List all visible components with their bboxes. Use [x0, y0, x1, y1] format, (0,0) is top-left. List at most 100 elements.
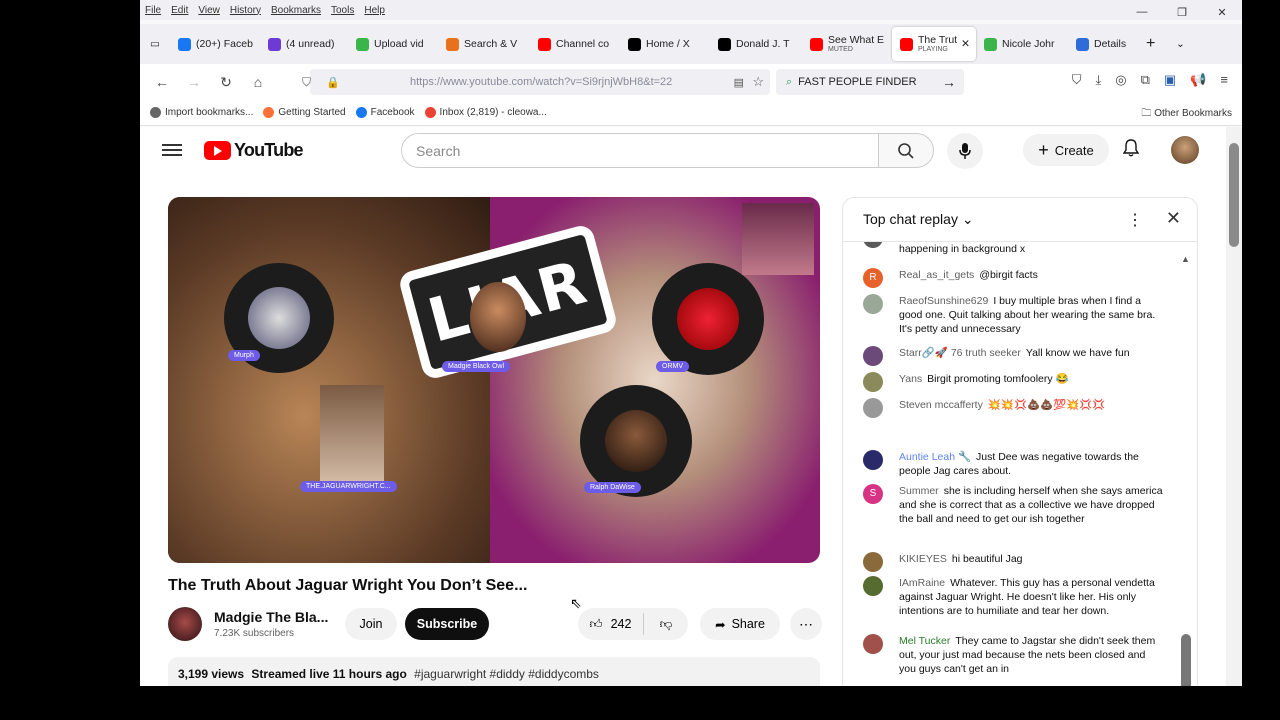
description-box[interactable]: 3,199 views Streamed live 11 hours ago #… [168, 657, 820, 686]
shield-icon[interactable]: ⛉ [302, 75, 311, 90]
chat-author-avatar[interactable] [863, 346, 883, 366]
browser-tab[interactable]: Nicole Johr [976, 27, 1068, 61]
chat-author-name[interactable]: RaeofSunshine629 [899, 295, 988, 307]
scroll-up-icon[interactable]: ▲ [1181, 254, 1190, 264]
like-button[interactable]: 👍︎ 242 [578, 613, 644, 635]
search-input[interactable]: Search [401, 133, 879, 168]
go-arrow-icon[interactable]: → [942, 74, 956, 90]
bookmark-item[interactable]: Facebook [355, 107, 415, 118]
back-button[interactable]: ← [146, 74, 178, 90]
other-bookmarks[interactable]: 🗀 Other Bookmarks [1141, 106, 1232, 123]
url-text[interactable]: https://www.youtube.com/watch?v=Si9rjnjW… [410, 76, 710, 88]
chat-author-name[interactable]: IAmRaine [899, 577, 945, 589]
chat-author-avatar[interactable]: S [863, 484, 883, 504]
chat-author-name[interactable]: KIKIEYES [899, 553, 947, 565]
close-tab-icon[interactable]: ✕ [961, 38, 970, 50]
chat-author-name[interactable]: Starr🔗🚀 76 truth seeker [899, 347, 1021, 359]
menu-view[interactable]: View [198, 5, 220, 16]
bookmark-item[interactable]: Getting Started [263, 107, 346, 118]
page-scrollbar[interactable] [1226, 127, 1242, 686]
chat-author-avatar[interactable] [863, 552, 883, 572]
chat-author-name[interactable]: Real_as_it_gets [899, 269, 974, 281]
chat-author-name[interactable]: Auntie Leah 🔧 [899, 451, 971, 463]
bookmark-item[interactable]: Import bookmarks... [150, 107, 253, 118]
chat-author-avatar[interactable] [863, 576, 883, 596]
video-player[interactable]: LIAR Murph Madgie Black Owl ORMV THE.JAG… [168, 197, 820, 563]
browser-tab[interactable]: Search & V [438, 27, 530, 61]
tab-overview-icon[interactable]: ▭ [140, 27, 170, 61]
chat-author-avatar[interactable] [863, 372, 883, 392]
close-window-button[interactable]: ✕ [1202, 0, 1242, 24]
menu-bookmarks[interactable]: Bookmarks [271, 5, 321, 16]
browser-tab[interactable]: (4 unread) [260, 27, 348, 61]
hashtags[interactable]: #jaguarwright #diddy #diddycombs [414, 667, 599, 681]
menu-help[interactable]: Help [364, 5, 385, 16]
minimize-button[interactable]: — [1122, 0, 1162, 24]
menu-file[interactable]: File [145, 5, 161, 16]
lock-icon[interactable]: 🔒 [326, 76, 340, 89]
browser-tab[interactable]: Home / X [620, 27, 710, 61]
reader-view-icon[interactable]: ▤ [734, 76, 744, 89]
bookmark-item[interactable]: Inbox (2,819) - cleowa... [424, 107, 547, 118]
dislike-button[interactable]: 👎︎ [644, 617, 688, 632]
more-actions-button[interactable]: ⋯ [790, 608, 822, 640]
new-tab-button[interactable]: + [1138, 27, 1168, 61]
channel-avatar[interactable] [168, 607, 202, 641]
tab-label: Home / X [646, 38, 690, 50]
browser-tab[interactable]: See What E MUTED [802, 27, 892, 61]
browser-tab[interactable]: (20+) Faceb [170, 27, 260, 61]
menu-tools[interactable]: Tools [331, 5, 354, 16]
chat-author-avatar[interactable] [863, 450, 883, 470]
guest-avatar-ormv [652, 263, 764, 375]
share-button[interactable]: ➦ Share [700, 608, 780, 640]
browser-tab[interactable]: Upload vid [348, 27, 438, 61]
browser-tab[interactable]: Details [1068, 27, 1138, 61]
chat-author-avatar[interactable]: R [863, 268, 883, 288]
downloads-icon[interactable]: ⤓ [1096, 72, 1102, 88]
pocket-icon[interactable]: ⛉ [1072, 72, 1082, 88]
chat-author-name[interactable]: Mel Tucker [899, 635, 950, 647]
chat-author-avatar[interactable] [863, 294, 883, 314]
megaphone-icon[interactable]: 📢 [1190, 72, 1206, 88]
notifications-bell-icon[interactable] [1122, 139, 1140, 162]
browser-tab[interactable]: Donald J. T [710, 27, 802, 61]
voice-search-button[interactable] [947, 133, 983, 169]
chat-scroll-thumb[interactable] [1181, 634, 1191, 686]
chat-author-name[interactable]: Yans [899, 373, 922, 385]
url-bar[interactable]: ⛉ 🔒 https://www.youtube.com/watch?v=Si9r… [302, 69, 770, 95]
account-avatar[interactable] [1171, 136, 1199, 164]
maximize-button[interactable]: ❐ [1162, 0, 1202, 24]
chat-author-name[interactable]: Summer [899, 485, 939, 497]
list-tabs-icon[interactable]: ⌄ [1168, 27, 1198, 61]
subscribe-button[interactable]: Subscribe [405, 608, 489, 640]
chat-author-avatar[interactable] [863, 242, 883, 248]
menu-edit[interactable]: Edit [171, 5, 188, 16]
extension-badge-icon[interactable]: ▣ [1164, 72, 1176, 88]
chat-author-name[interactable]: Steven mccafferty [899, 399, 983, 411]
app-menu-icon[interactable]: ≡ [1220, 72, 1228, 88]
chat-mode-dropdown[interactable]: Top chat replay ⌄ [863, 211, 974, 228]
chat-author-avatar[interactable] [863, 634, 883, 654]
account-icon[interactable]: ◎ [1115, 72, 1126, 88]
home-button[interactable]: ⌂ [242, 74, 274, 90]
chat-messages: BiancaAt the end of the day now..all kno… [843, 242, 1197, 686]
youtube-logo[interactable]: YouTube [204, 140, 304, 161]
chat-scrollbar[interactable]: ▲ [1181, 254, 1191, 686]
channel-name[interactable]: Madgie The Bla... [214, 609, 328, 625]
guide-menu-icon[interactable] [162, 141, 182, 159]
chat-more-icon[interactable]: ⋮ [1127, 210, 1143, 230]
page-scroll-thumb[interactable] [1229, 143, 1239, 247]
create-button[interactable]: + Create [1023, 134, 1109, 166]
browser-tab[interactable]: Channel co [530, 27, 620, 61]
bookmark-star-icon[interactable]: ☆ [752, 74, 764, 90]
browser-tab[interactable]: The Trut PLAYING ✕ [892, 27, 976, 61]
chat-author-avatar[interactable] [863, 398, 883, 418]
forward-button[interactable]: → [178, 74, 210, 90]
fast-people-finder-search[interactable]: ⌕ FAST PEOPLE FINDER → [776, 69, 964, 95]
extensions-icon[interactable]: ⧉ [1141, 72, 1150, 88]
search-button[interactable] [878, 133, 934, 168]
reload-button[interactable]: ↻ [210, 74, 242, 91]
join-button[interactable]: Join [345, 608, 397, 640]
close-chat-icon[interactable]: ✕ [1166, 208, 1181, 229]
menu-history[interactable]: History [230, 5, 261, 16]
